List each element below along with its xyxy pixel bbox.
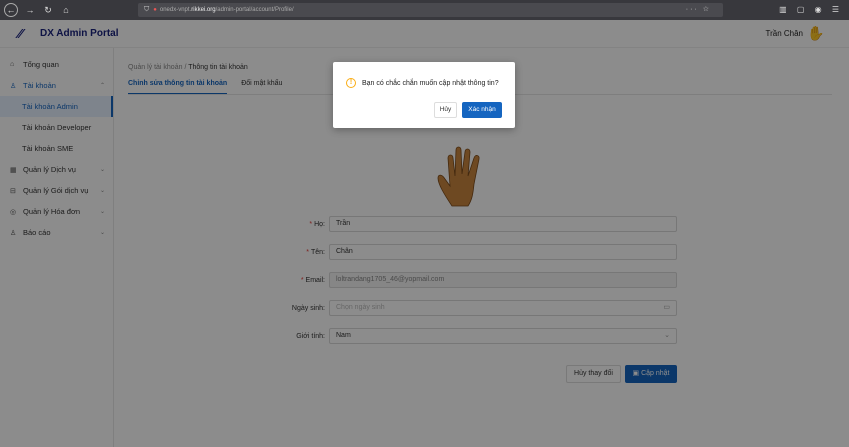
site-favicon-icon: ● <box>153 7 157 13</box>
browser-toolbar: ← → ↻ ⌂ ⛉ ● onedx-vnpt. rikkei.org/admin-… <box>0 0 849 20</box>
warning-icon: ! <box>346 78 356 88</box>
shield-icon: ⛉ <box>144 6 150 13</box>
forward-icon[interactable]: → <box>24 5 36 15</box>
reload-icon[interactable]: ↻ <box>42 5 54 16</box>
back-icon[interactable]: ← <box>4 3 18 17</box>
confirm-dialog: ! Bạn có chắc chắn muốn cập nhật thông t… <box>333 62 515 128</box>
url-prefix: onedx-vnpt. <box>159 7 192 13</box>
url-host: rikkei.org <box>191 7 216 13</box>
address-bar[interactable]: ⛉ ● onedx-vnpt. rikkei.org/admin-portal/a… <box>138 3 723 17</box>
dialog-confirm-button[interactable]: Xác nhận <box>462 102 502 118</box>
page-actions-icon[interactable]: ··· ☆ <box>686 5 711 13</box>
dialog-cancel-button[interactable]: Hủy <box>434 102 457 118</box>
confirm-message: Bạn có chắc chắn muốn cập nhật thông tin… <box>362 80 499 87</box>
url-path: /admin-portal/account/Profile/ <box>215 7 294 13</box>
home-browser-icon[interactable]: ⌂ <box>60 5 72 15</box>
browser-menu-icon[interactable]: ▥ ▢ ◉ ☰ <box>779 5 843 14</box>
